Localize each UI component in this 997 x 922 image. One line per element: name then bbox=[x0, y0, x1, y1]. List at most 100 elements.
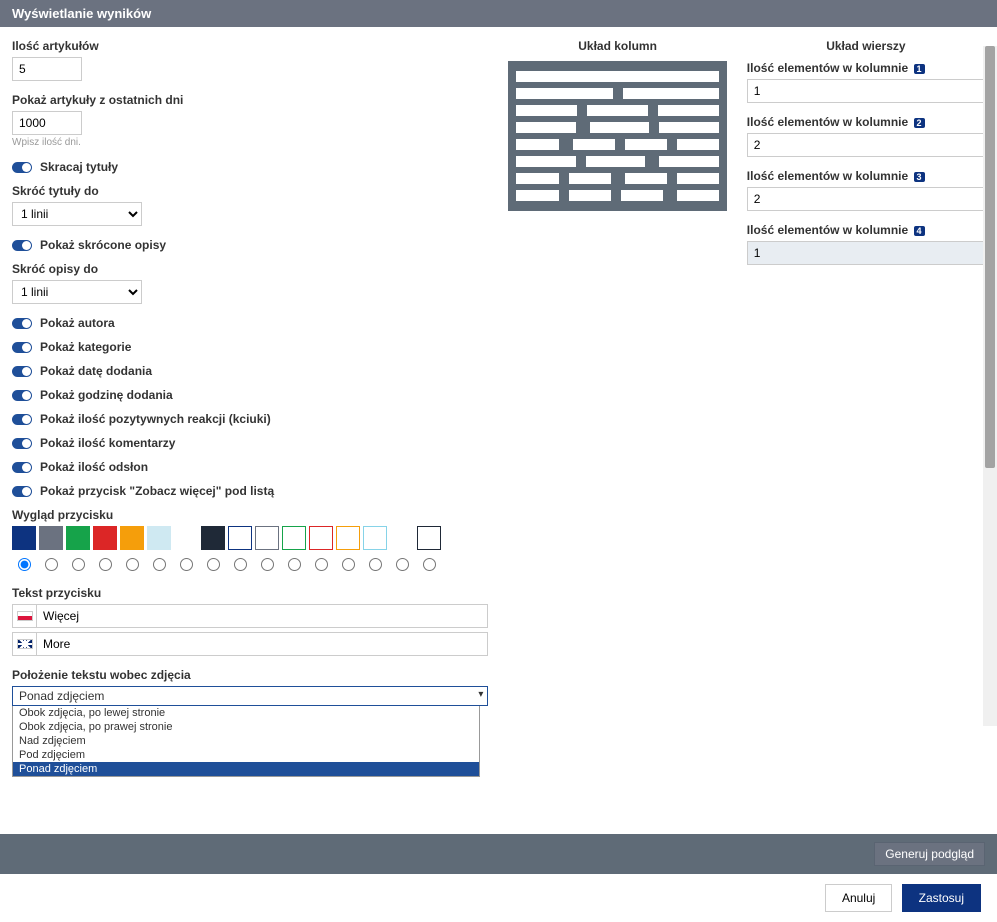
color-swatch[interactable] bbox=[390, 526, 414, 550]
layout-cell bbox=[516, 88, 612, 99]
swatch-radio[interactable] bbox=[423, 558, 436, 571]
days-input[interactable] bbox=[12, 111, 82, 135]
content-area: Ilość artykułów Pokaż artykuły z ostatni… bbox=[0, 27, 997, 730]
swatch-radio[interactable] bbox=[72, 558, 85, 571]
color-swatch[interactable] bbox=[12, 526, 36, 550]
toggle-switch[interactable] bbox=[12, 390, 32, 401]
cancel-button[interactable]: Anuluj bbox=[825, 884, 892, 912]
color-swatch[interactable] bbox=[174, 526, 198, 550]
swatch-radio-cell bbox=[120, 558, 144, 574]
toggle-row: Pokaż kategorie bbox=[12, 340, 488, 354]
dropdown-option[interactable]: Obok zdjęcia, po prawej stronie bbox=[13, 720, 479, 734]
swatch-radio[interactable] bbox=[288, 558, 301, 571]
swatch-radio[interactable] bbox=[261, 558, 274, 571]
swatch-radio[interactable] bbox=[396, 558, 409, 571]
layout-cell bbox=[516, 156, 575, 167]
row-count-input[interactable] bbox=[747, 187, 985, 211]
dropdown-option[interactable]: Nad zdjęciem bbox=[13, 734, 479, 748]
layout-option[interactable] bbox=[516, 105, 718, 116]
row-count-input[interactable] bbox=[747, 133, 985, 157]
layout-option[interactable] bbox=[516, 173, 718, 184]
apply-button[interactable]: Zastosuj bbox=[902, 884, 981, 912]
swatch-radio[interactable] bbox=[342, 558, 355, 571]
articles-count-input[interactable] bbox=[12, 57, 82, 81]
color-swatch[interactable] bbox=[66, 526, 90, 550]
button-text-pl-input[interactable] bbox=[37, 605, 487, 627]
layout-cell bbox=[516, 105, 577, 116]
dropdown-option[interactable]: Ponad zdjęciem bbox=[13, 762, 479, 776]
articles-count-label: Ilość artykułów bbox=[12, 39, 488, 53]
toggle-switch[interactable] bbox=[12, 318, 32, 329]
color-swatch[interactable] bbox=[93, 526, 117, 550]
toggle-row: Pokaż datę dodania bbox=[12, 364, 488, 378]
toggle-switch[interactable] bbox=[12, 240, 32, 251]
shorten-titles-to-select[interactable]: 1 linii bbox=[12, 202, 142, 226]
scrollbar-thumb[interactable] bbox=[985, 46, 995, 468]
color-swatch[interactable] bbox=[228, 526, 252, 550]
toggle-label: Pokaż ilość komentarzy bbox=[40, 436, 175, 450]
swatch-radio[interactable] bbox=[18, 558, 31, 571]
toggle-switch[interactable] bbox=[12, 342, 32, 353]
swatch-radio[interactable] bbox=[153, 558, 166, 571]
toggle-switch[interactable] bbox=[12, 414, 32, 425]
shorten-desc-to-label: Skróć opisy do bbox=[12, 262, 488, 276]
color-swatch[interactable] bbox=[336, 526, 360, 550]
layout-option[interactable] bbox=[516, 88, 718, 99]
color-swatch[interactable] bbox=[120, 526, 144, 550]
color-swatch[interactable] bbox=[363, 526, 387, 550]
layout-option[interactable] bbox=[516, 139, 718, 150]
swatch-radio[interactable] bbox=[45, 558, 58, 571]
swatch-radio[interactable] bbox=[126, 558, 139, 571]
swatch-radio-cell bbox=[417, 558, 441, 574]
row-count-group: Ilość elementów w kolumnie 4 bbox=[747, 223, 985, 265]
chevron-down-icon: ▾ bbox=[478, 689, 483, 700]
color-swatch[interactable] bbox=[255, 526, 279, 550]
layout-cell bbox=[586, 156, 645, 167]
swatch-radio-cell bbox=[39, 558, 63, 574]
text-position-select[interactable]: Ponad zdjęciem ▾ bbox=[12, 686, 488, 706]
layout-option[interactable] bbox=[516, 71, 718, 82]
row-count-label: Ilość elementów w kolumnie 2 bbox=[747, 115, 985, 129]
articles-count-group: Ilość artykułów bbox=[12, 39, 488, 81]
shorten-desc-to-select[interactable]: 1 linii bbox=[12, 280, 142, 304]
toggle-show-short-desc: Pokaż skrócone opisy bbox=[12, 238, 488, 252]
row-count-input[interactable] bbox=[747, 241, 985, 265]
swatch-radio[interactable] bbox=[180, 558, 193, 571]
dropdown-option[interactable]: Pod zdjęciem bbox=[13, 748, 479, 762]
swatch-radio-cell bbox=[147, 558, 171, 574]
color-swatch[interactable] bbox=[39, 526, 63, 550]
scrollbar[interactable] bbox=[983, 46, 997, 726]
toggle-shorten-titles: Skracaj tytuły bbox=[12, 160, 488, 174]
generate-preview-button[interactable]: Generuj podgląd bbox=[874, 842, 985, 866]
color-swatch[interactable] bbox=[282, 526, 306, 550]
layout-option[interactable] bbox=[516, 122, 718, 133]
layout-option[interactable] bbox=[516, 190, 718, 201]
toggle-switch[interactable] bbox=[12, 438, 32, 449]
swatch-radio[interactable] bbox=[234, 558, 247, 571]
layout-cell bbox=[573, 139, 615, 150]
color-swatch[interactable] bbox=[309, 526, 333, 550]
button-text-group: Tekst przycisku bbox=[12, 586, 488, 656]
button-text-en-input[interactable] bbox=[37, 633, 487, 655]
toggle-switch[interactable] bbox=[12, 486, 32, 497]
color-swatch[interactable] bbox=[201, 526, 225, 550]
preview-bar: Generuj podgląd bbox=[0, 834, 997, 874]
toggle-switch[interactable] bbox=[12, 462, 32, 473]
swatch-radio[interactable] bbox=[315, 558, 328, 571]
toggle-label: Pokaż kategorie bbox=[40, 340, 131, 354]
layout-cell bbox=[516, 71, 718, 82]
dropdown-option[interactable]: Obok zdjęcia, po lewej stronie bbox=[13, 706, 479, 720]
flag-gb-icon bbox=[13, 633, 37, 655]
toggle-switch[interactable] bbox=[12, 162, 32, 173]
swatch-radio[interactable] bbox=[369, 558, 382, 571]
row-count-input[interactable] bbox=[747, 79, 985, 103]
text-position-group: Położenie tekstu wobec zdjęcia Ponad zdj… bbox=[12, 668, 488, 706]
swatch-radio[interactable] bbox=[207, 558, 220, 571]
swatch-radio[interactable] bbox=[99, 558, 112, 571]
color-swatch[interactable] bbox=[417, 526, 441, 550]
color-swatch[interactable] bbox=[147, 526, 171, 550]
toggle-switch[interactable] bbox=[12, 366, 32, 377]
layout-option[interactable] bbox=[516, 156, 718, 167]
column-layout-heading: Układ kolumn bbox=[508, 39, 726, 53]
column-layout-preview[interactable] bbox=[508, 61, 726, 211]
